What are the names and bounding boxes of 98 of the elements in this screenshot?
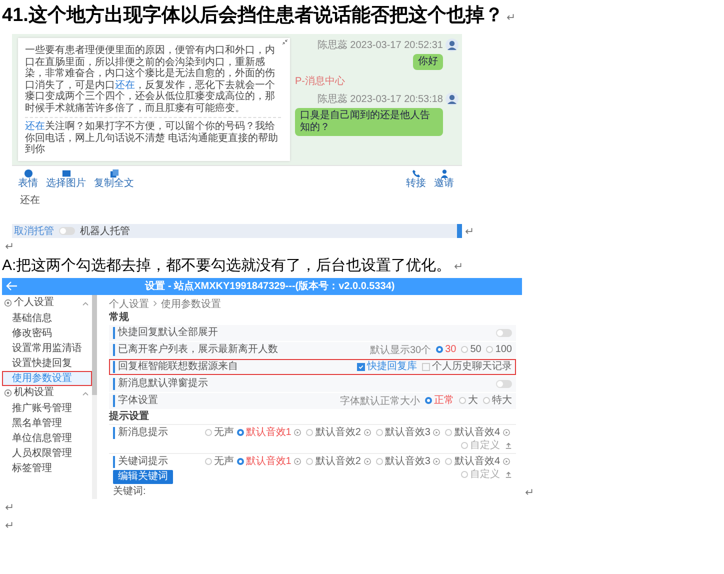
toggle-switch[interactable]	[496, 380, 512, 388]
sidebar-item[interactable]: 基础信息	[2, 310, 92, 326]
radio-option[interactable]: 默认音效2	[306, 426, 361, 438]
source-label: P-消息中心	[295, 74, 346, 88]
toggle-switch[interactable]	[59, 226, 75, 234]
sidebar-item[interactable]: 单位信息管理	[2, 430, 92, 446]
radio-option[interactable]: 无声	[204, 456, 234, 468]
caret-icon[interactable]	[82, 390, 89, 396]
setting-label: 新消息默认弹窗提示	[113, 378, 208, 390]
paragraph-mark: ↵	[506, 12, 516, 24]
play-icon[interactable]	[364, 458, 371, 465]
radio-option[interactable]: 50	[461, 344, 482, 356]
sidebar-group[interactable]: 个人设置	[14, 297, 80, 309]
play-icon[interactable]	[433, 429, 440, 436]
edit-keywords-button[interactable]: 编辑关键词	[113, 470, 173, 484]
sidebar-item[interactable]: 人员权限管理	[2, 446, 92, 460]
breadcrumb-item[interactable]: 个人设置	[109, 296, 149, 310]
paragraph-mark: ↵	[5, 502, 14, 514]
play-icon[interactable]	[364, 429, 371, 436]
radio-option[interactable]: 无声	[204, 426, 234, 438]
radio-option[interactable]: 默认音效1	[236, 426, 292, 438]
play-icon[interactable]	[433, 458, 440, 465]
person-tool[interactable]: 邀请	[434, 168, 454, 188]
image-icon	[62, 168, 70, 178]
caret-icon[interactable]	[82, 300, 89, 306]
play-icon[interactable]	[294, 458, 302, 465]
sidebar-item[interactable]: 使用参数设置	[2, 370, 92, 386]
message-bubble: 口臭是自己闻到的还是他人告知的？	[295, 108, 443, 136]
section-title: 提示设置	[109, 410, 150, 424]
paragraph-mark: ↵	[5, 240, 14, 252]
copy-tool[interactable]: 复制全文	[94, 168, 134, 188]
sidebar-item[interactable]: 设置快捷回复	[2, 356, 92, 370]
copy-icon	[110, 168, 118, 178]
checkbox-option[interactable]: 个人历史聊天记录	[422, 360, 512, 372]
message-input[interactable]: 还在	[12, 190, 462, 224]
radio-option[interactable]: 30	[436, 344, 456, 356]
radio-option[interactable]: 100	[486, 344, 512, 356]
sidebar-group[interactable]: 机构设置	[14, 387, 80, 399]
sidebar-item[interactable]: 推广账号管理	[2, 400, 92, 416]
shrink-icon[interactable]	[282, 39, 288, 45]
sidebar-item[interactable]: 修改密码	[2, 326, 92, 340]
sidebar-item[interactable]: 黑名单管理	[2, 416, 92, 430]
suggestion-text: 一些要有患者理便便里面的原因，便管有内口和外口，内口在直肠里面，所以排便之前的会沟染到内口，重新感染，非常难奋合，内口这个瘘比是无法自愈的，外面的伤口消失了，可是内口还在，反复发作，恶化下去就会一个瘘口变成两个三个四个，还会从低位肛瘘变成高位的，那时候手术就痛苦许多倍了，而且肛瘘有可能癌变。	[25, 45, 276, 114]
breadcrumb-item[interactable]: 使用参数设置	[161, 296, 221, 310]
radio-option[interactable]: 大	[459, 394, 478, 406]
avatar-icon	[445, 92, 459, 106]
cancel-link[interactable]: 取消托管	[14, 224, 54, 238]
play-icon[interactable]	[503, 458, 510, 465]
radio-option[interactable]: 默认音效3	[376, 426, 430, 438]
upload-icon[interactable]	[505, 442, 512, 449]
suggestion-text: 还在关注啊？如果打字不方便，可以留个你的号码？我给你回电话，网上几句话说不清楚 电话沟通能更直接的帮助到你	[25, 117, 281, 156]
message-bubble: 你好	[413, 54, 443, 70]
radio-option[interactable]: 默认音效2	[306, 456, 361, 468]
message-header: 陈思蕊 2023-03-17 20:53:18	[317, 92, 443, 106]
radio-option[interactable]: 默认音效4	[445, 456, 500, 468]
person-icon	[440, 168, 448, 178]
image-tool[interactable]: 选择图片	[46, 168, 86, 188]
radio-option[interactable]: 默认音效1	[236, 456, 292, 468]
gear-icon	[4, 299, 12, 307]
radio-option[interactable]: 正常	[425, 394, 454, 406]
setting-label: 关键词提示	[113, 456, 168, 468]
send-button[interactable]	[457, 224, 462, 238]
radio-option[interactable]: 特大	[483, 394, 512, 406]
paragraph-mark: ↵	[454, 260, 464, 272]
play-icon[interactable]	[294, 429, 302, 436]
setting-hint: 字体默认正常大小	[340, 394, 420, 408]
question-heading: 41.这个地方出现字体以后会挡住患者说话能否把这个也掉？	[2, 4, 504, 28]
setting-label: 字体设置	[113, 394, 158, 406]
radio-option[interactable]: 默认音效3	[376, 456, 430, 468]
section-title: 常规	[109, 310, 130, 324]
setting-hint: 默认显示30个	[370, 344, 432, 356]
chevron-icon	[153, 300, 157, 307]
back-arrow-icon[interactable]	[6, 281, 18, 291]
phone-icon	[412, 168, 420, 178]
upload-icon[interactable]	[505, 471, 512, 478]
setting-label: 新消息提示	[113, 426, 168, 438]
sidebar-item[interactable]: 标签管理	[2, 460, 92, 476]
message-header: 陈思蕊 2023-03-17 20:52:31	[317, 38, 443, 52]
play-icon[interactable]	[503, 429, 510, 436]
gear-icon	[4, 389, 12, 397]
toggle-switch[interactable]	[496, 328, 512, 336]
answer-text: A:把这两个勾选都去掉，都不要勾选就没有了，后台也设置了优化。	[2, 256, 452, 274]
paragraph-mark: ↵	[525, 486, 534, 498]
checkbox-option[interactable]: 快捷回复库	[357, 360, 417, 372]
sidebar-item[interactable]: 设置常用监清语	[2, 340, 92, 356]
keywords-label: 关键词:	[113, 486, 146, 498]
toggle-label: 机器人托管	[80, 224, 130, 238]
paragraph-mark: ↵	[5, 520, 14, 532]
setting-label: 已离开客户列表，展示最新离开人数	[113, 344, 278, 356]
phone-tool[interactable]: 转接	[406, 168, 426, 188]
avatar-icon	[445, 38, 459, 52]
paragraph-mark: ↵	[465, 226, 474, 238]
setting-label: 快捷回复默认全部展开	[113, 326, 218, 338]
radio-option[interactable]: 默认音效4	[445, 426, 500, 438]
checkmark-icon	[358, 364, 364, 370]
emoji-tool[interactable]: 表情	[18, 168, 38, 188]
setting-label: 回复框智能联想数据源来自	[113, 360, 238, 372]
window-title: 设置 - 站点XMXKY1991847329---(版本号：v2.0.0.5334)	[144, 280, 396, 293]
